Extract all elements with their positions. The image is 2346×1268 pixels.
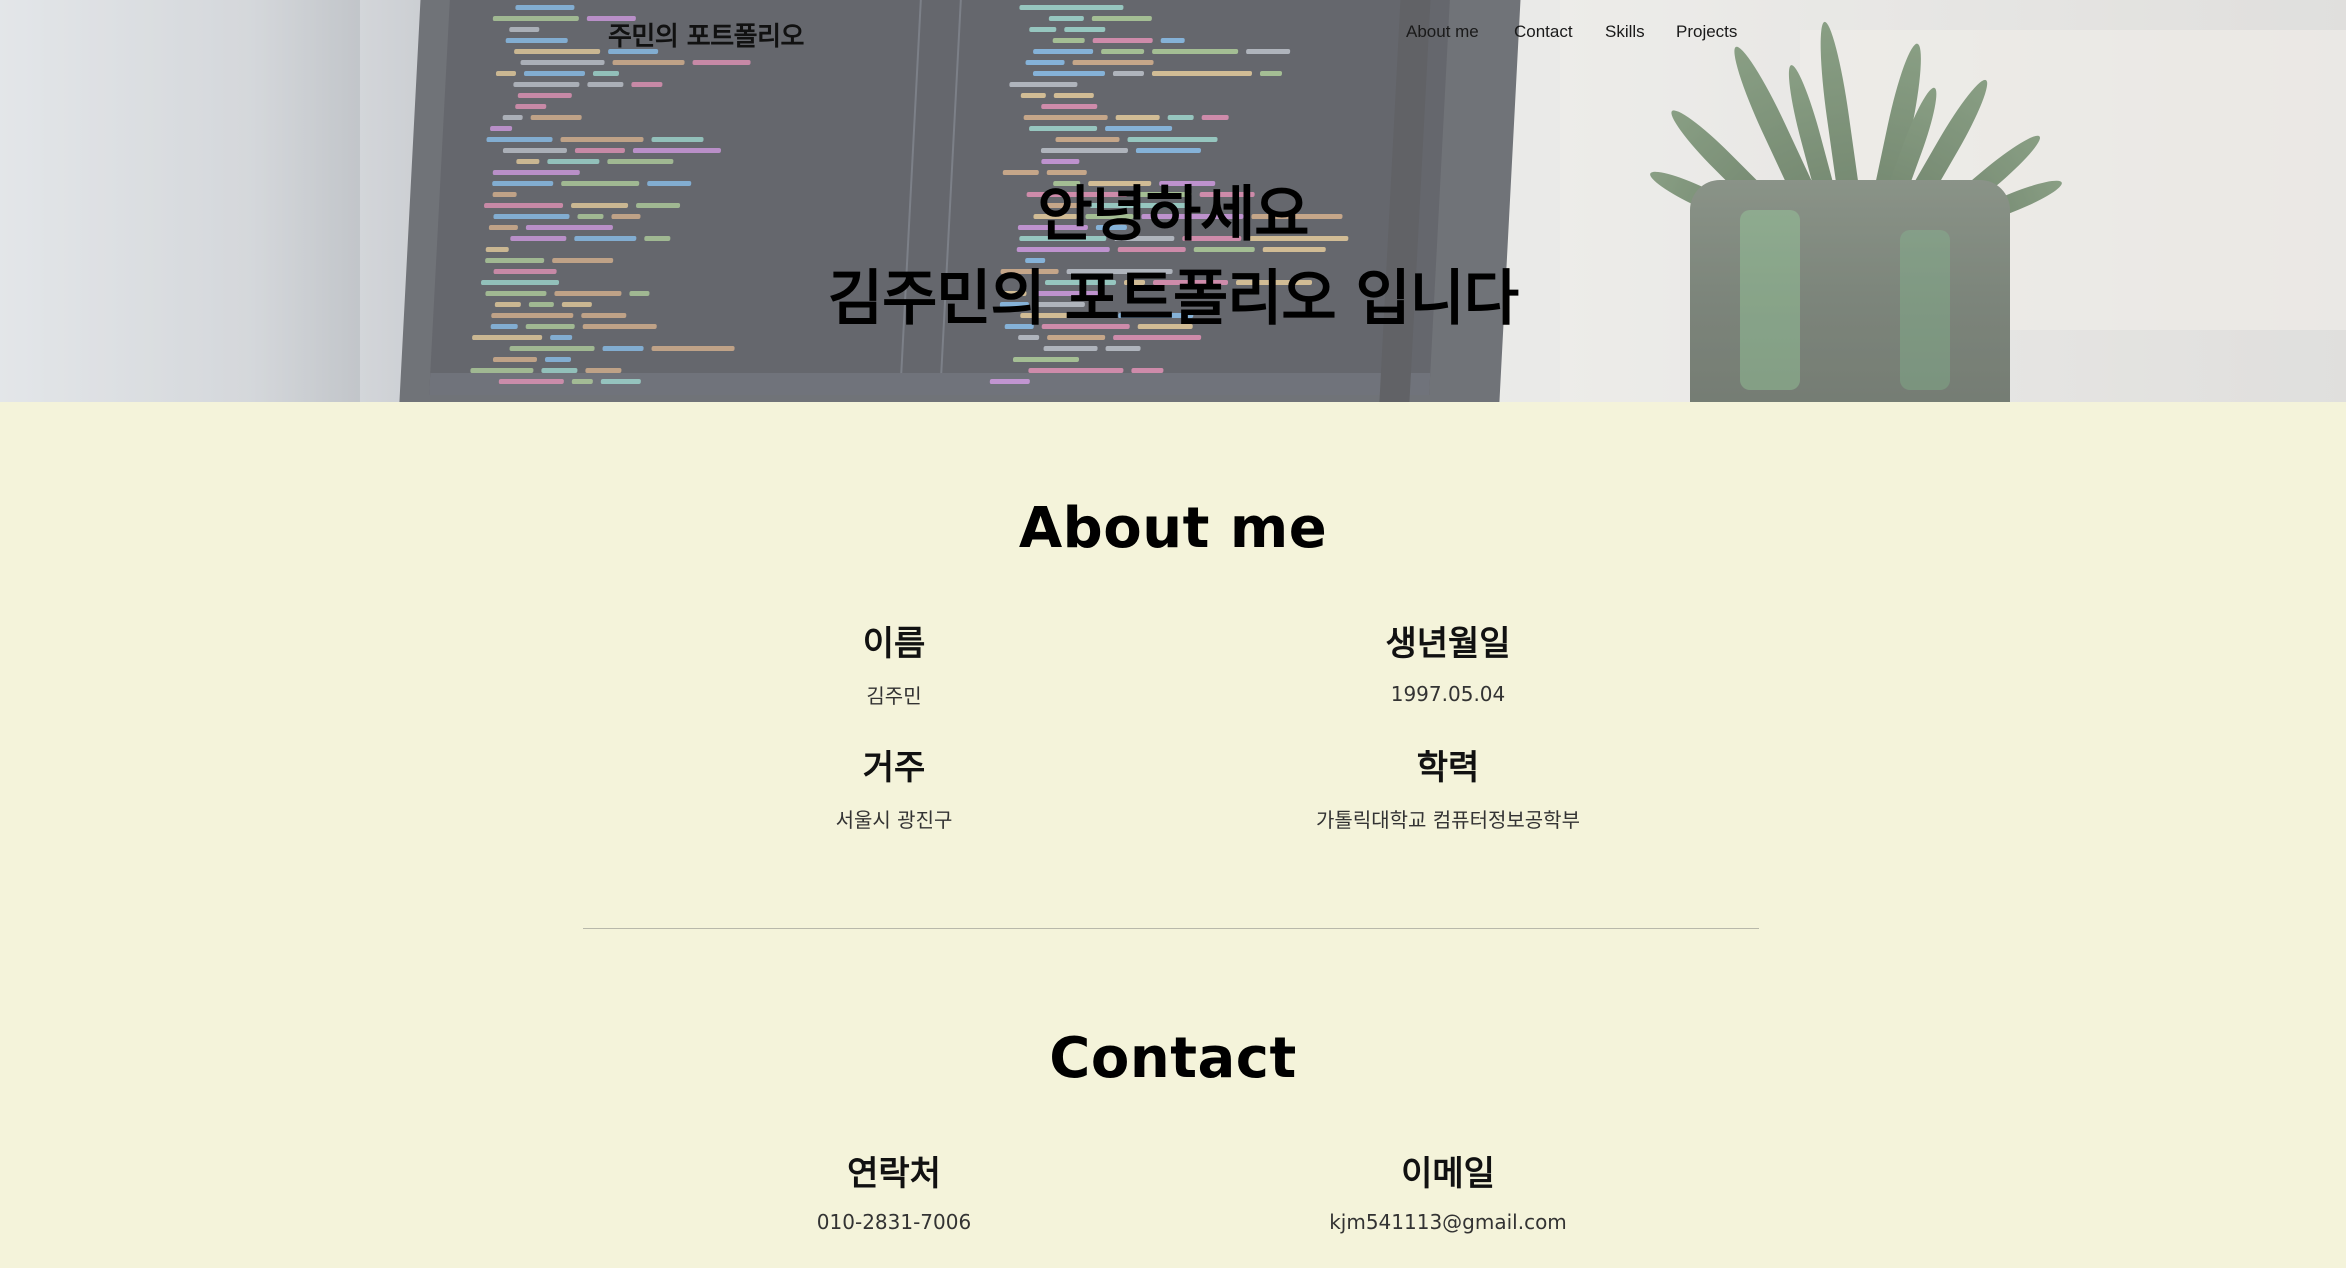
- residence-value: 서울시 광진구: [835, 808, 953, 832]
- phone-label: 연락처: [847, 1154, 941, 1194]
- email-value: kjm541113@gmail.com: [1329, 1210, 1567, 1234]
- section-divider: [583, 928, 1759, 929]
- phone-value: 010-2831-7006: [816, 1210, 972, 1234]
- residence-label: 거주: [862, 748, 926, 788]
- education-value: 가톨릭대학교 컴퓨터정보공학부: [1316, 808, 1580, 832]
- name-label: 이름: [862, 624, 926, 664]
- hero-banner: 주민의 포트폴리오 About me Contact Skills Projec…: [0, 0, 2346, 402]
- brand-logo[interactable]: 주민의 포트폴리오: [608, 16, 804, 53]
- birthdate-label: 생년월일: [1385, 624, 1511, 664]
- nav-projects[interactable]: Projects: [1676, 22, 1737, 42]
- nav-contact[interactable]: Contact: [1514, 22, 1573, 42]
- education-label: 학력: [1416, 748, 1480, 788]
- hero-subtitle: 김주민의 포트폴리오 입니다: [827, 264, 1519, 334]
- nav-about-me[interactable]: About me: [1406, 22, 1479, 42]
- hero-greeting: 안녕하세요: [1037, 180, 1310, 250]
- about-section-title: About me: [1018, 496, 1328, 561]
- contact-section-title: Contact: [1049, 1026, 1297, 1091]
- nav-skills[interactable]: Skills: [1605, 22, 1645, 42]
- birthdate-value: 1997.05.04: [1390, 682, 1506, 706]
- name-value: 김주민: [866, 684, 922, 708]
- email-label: 이메일: [1401, 1154, 1495, 1194]
